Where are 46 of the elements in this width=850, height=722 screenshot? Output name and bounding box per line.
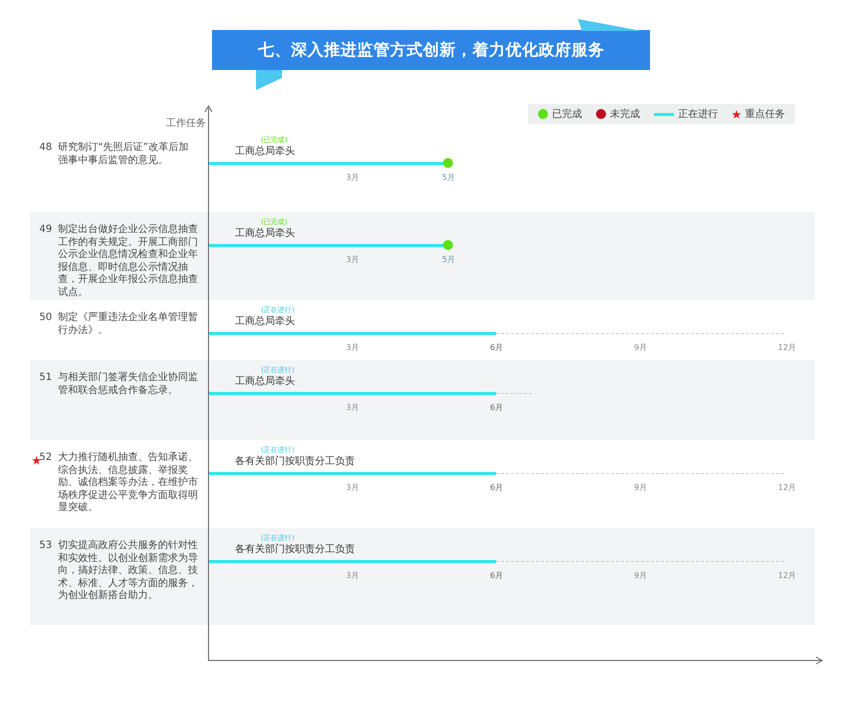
completed-dot <box>443 240 453 250</box>
ribbon-fold-icon <box>256 70 282 90</box>
month-tick: 12月 <box>778 342 796 353</box>
task-number: 51 <box>38 372 52 383</box>
task-number: 53 <box>38 540 52 551</box>
month-tick: 3月 <box>346 570 360 581</box>
page-title: 七、深入推进监管方式创新，着力优化政府服务 <box>258 40 604 60</box>
lead-department: 各有关部门按职责分工负责 <box>235 455 355 468</box>
task-number: 48 <box>38 142 52 153</box>
legend-label: 已完成 <box>552 108 582 121</box>
legend-label: 正在进行 <box>678 108 718 121</box>
lead-department: 工商总局牵头 <box>235 315 295 328</box>
month-tick: 5月 <box>442 172 456 183</box>
completed-dot <box>443 158 453 168</box>
task-description: 制定《严重违法企业名单管理暂行办法》。 <box>58 312 198 337</box>
task-number: 52 <box>38 452 52 463</box>
month-tick: 6月 <box>490 482 504 493</box>
lead-department: 各有关部门按职责分工负责 <box>235 543 355 556</box>
month-tick: 5月 <box>442 254 456 265</box>
task-description: 制定出台做好企业公示信息抽查工作的有关规定。开展工商部门公示企业信息情况检查和企业年报信息、即时信息公示情况抽查，开展企业年报公示信息抽查试点。 <box>58 224 198 299</box>
month-tick: 6月 <box>490 570 504 581</box>
axis-label: 工作任务 <box>166 117 206 130</box>
month-tick: 3月 <box>346 482 360 493</box>
month-tick: 6月 <box>490 342 504 353</box>
lead-department: 工商总局牵头 <box>235 227 295 240</box>
month-tick: 12月 <box>778 482 796 493</box>
task-number: 50 <box>38 312 52 323</box>
month-tick: 3月 <box>346 172 360 183</box>
month-tick: 3月 <box>346 342 360 353</box>
month-tick: 3月 <box>346 254 360 265</box>
month-tick: 9月 <box>634 342 648 353</box>
month-tick: 9月 <box>634 482 648 493</box>
legend-label: 未完成 <box>610 108 640 121</box>
month-tick: 12月 <box>778 570 796 581</box>
lead-department: 工商总局牵头 <box>235 145 295 158</box>
task-description: 与相关部门签署失信企业协同监管和联合惩戒合作备忘录。 <box>58 372 198 397</box>
task-description: 大力推行随机抽查、告知承诺、综合执法、信息披露、举报奖励、诚信档案等办法，在维护市场秩序促进公平竞争方面取得明显突破。 <box>58 452 198 514</box>
ribbon-fold-icon <box>578 19 642 31</box>
lead-department: 工商总局牵头 <box>235 375 295 388</box>
month-tick: 3月 <box>346 402 360 413</box>
task-number: 49 <box>38 224 52 235</box>
task-description: 研究制订“先照后证”改革后加强事中事后监管的意见。 <box>58 142 190 167</box>
task-description: 切实提高政府公共服务的针对性和实效性。以创业创新需求为导向，搞好法律、政策、信息、技术、标准、人才等方面的服务，为创业创新搭台助力。 <box>58 540 198 602</box>
legend-label: 重点任务 <box>745 108 785 121</box>
month-tick: 6月 <box>490 402 504 413</box>
month-tick: 9月 <box>634 570 648 581</box>
